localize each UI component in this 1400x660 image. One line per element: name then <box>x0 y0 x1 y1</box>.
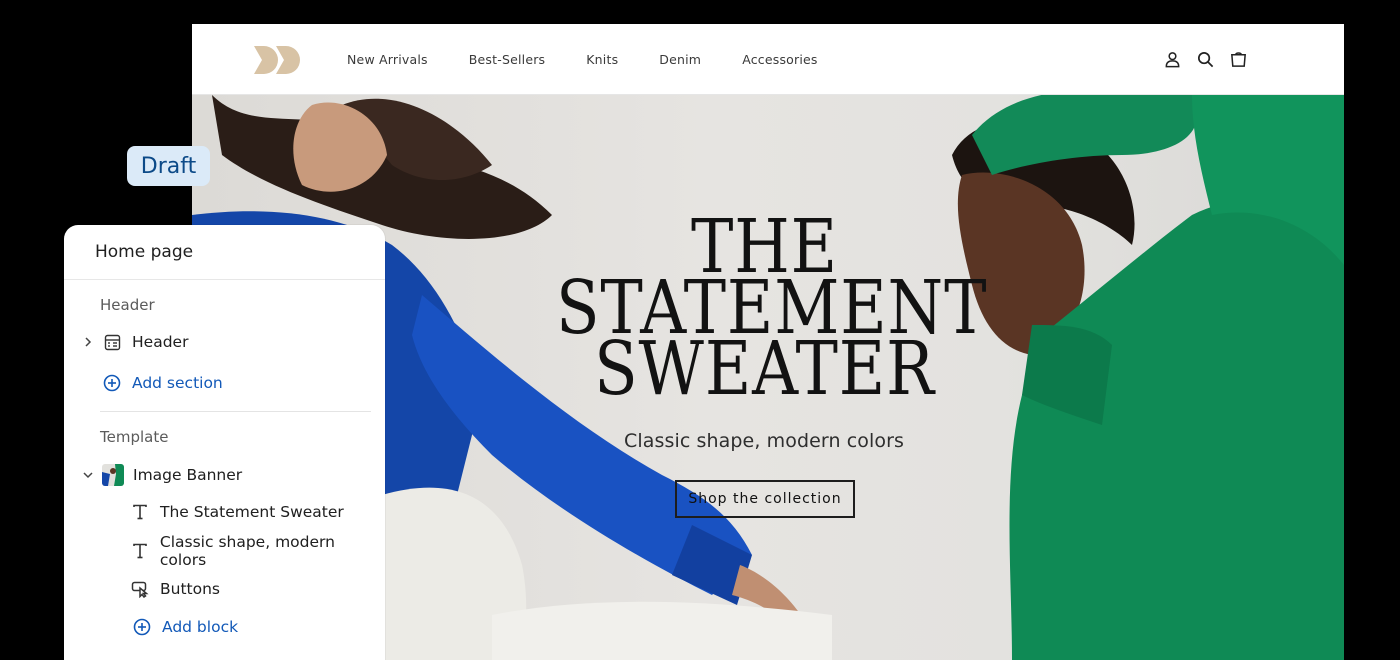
text-icon <box>130 502 150 522</box>
block-label: Classic shape, modern colors <box>159 533 335 569</box>
headline-line: SWEATER <box>594 326 935 412</box>
nav-link-new-arrivals[interactable]: New Arrivals <box>347 52 428 67</box>
image-thumbnail <box>102 464 124 486</box>
divider <box>100 411 371 412</box>
button-cursor-icon <box>130 579 150 599</box>
hero-subheading: Classic shape, modern colors <box>623 430 905 452</box>
store-header: New Arrivals Best-Sellers Knits Denim Ac… <box>192 24 1344 95</box>
add-block-button[interactable]: Add block <box>132 612 238 642</box>
nav-link-knits[interactable]: Knits <box>586 52 618 67</box>
search-icon[interactable] <box>1196 50 1215 69</box>
template-group-label: Template <box>100 428 169 446</box>
add-section-label: Add section <box>132 374 223 392</box>
section-item-header[interactable]: Header <box>80 327 188 357</box>
section-label: Image Banner <box>133 466 243 484</box>
draft-badge: Draft <box>127 146 210 186</box>
section-item-image-banner[interactable]: Image Banner <box>80 460 242 490</box>
block-item-heading[interactable]: The Statement Sweater <box>130 497 344 527</box>
chevron-right-icon[interactable] <box>80 334 96 350</box>
store-nav-links: New Arrivals Best-Sellers Knits Denim Ac… <box>347 24 859 95</box>
block-label: The Statement Sweater <box>160 503 344 521</box>
add-section-button[interactable]: Add section <box>102 368 223 398</box>
plus-circle-icon <box>132 617 152 637</box>
shop-collection-button[interactable]: Shop the collection <box>675 480 855 518</box>
text-icon <box>130 541 150 561</box>
nav-link-best-sellers[interactable]: Best-Sellers <box>469 52 546 67</box>
nav-link-accessories[interactable]: Accessories <box>742 52 817 67</box>
plus-circle-icon <box>102 373 122 393</box>
block-item-buttons[interactable]: Buttons <box>130 574 220 604</box>
block-label: Buttons <box>160 580 220 598</box>
cart-icon[interactable] <box>1229 50 1248 69</box>
divider <box>64 279 385 280</box>
store-nav-icons <box>1163 50 1248 69</box>
nav-link-denim[interactable]: Denim <box>659 52 701 67</box>
section-label: Header <box>132 333 189 351</box>
add-block-label: Add block <box>162 618 239 636</box>
chevron-down-icon[interactable] <box>80 467 96 483</box>
theme-editor-sidebar: Home page Header Header Add section Temp… <box>64 225 385 660</box>
header-group-label: Header <box>100 296 155 314</box>
block-item-text[interactable]: Classic shape, modern colors <box>130 533 385 569</box>
header-layout-icon <box>102 332 122 352</box>
hero-headline: THE STATEMENT SWEATER <box>556 210 987 412</box>
account-icon[interactable] <box>1163 50 1182 69</box>
store-logo[interactable] <box>254 46 302 74</box>
page-title: Home page <box>95 242 194 262</box>
